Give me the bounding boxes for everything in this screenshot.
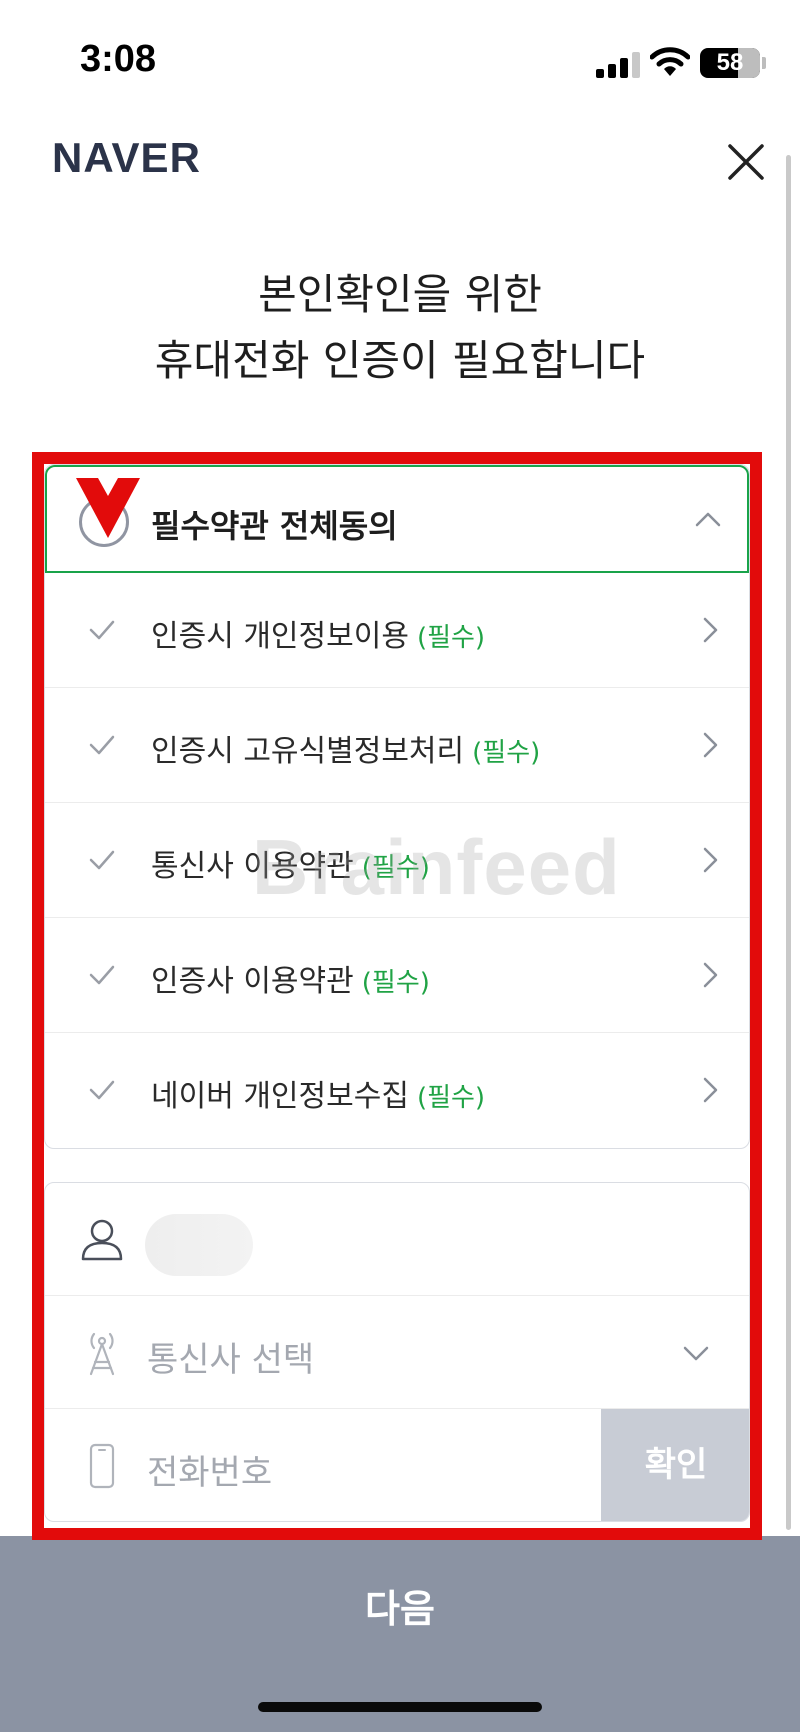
term-item[interactable]: 통신사 이용약관 (필수) <box>45 803 749 918</box>
carrier-select[interactable]: 통신사 선택 <box>45 1296 749 1409</box>
term-label: 인증시 고유식별정보처리 (필수) <box>151 726 540 770</box>
term-label: 네이버 개인정보수집 (필수) <box>151 1071 485 1115</box>
person-icon <box>81 1219 123 1261</box>
terms-card: 필수약관 전체동의 인증시 개인정보이용 (필수) 인증시 고유식별정보처리 (필수… <box>44 464 750 1149</box>
term-item[interactable]: 인증시 개인정보이용 (필수) <box>45 573 749 688</box>
check-icon[interactable] <box>87 615 117 645</box>
agree-all-row[interactable]: 필수약관 전체동의 <box>45 465 749 573</box>
check-icon[interactable] <box>87 730 117 760</box>
agree-all-label: 필수약관 전체동의 <box>151 507 398 545</box>
term-label: 통신사 이용약관 (필수) <box>151 841 430 885</box>
title-line-1: 본인확인을 위한 <box>258 270 542 319</box>
confirm-button[interactable]: 확인 <box>601 1409 749 1521</box>
term-title: 인증사 이용약관 <box>151 964 354 999</box>
check-icon[interactable] <box>87 960 117 990</box>
term-item[interactable]: 인증사 이용약관 (필수) <box>45 918 749 1033</box>
phone-field[interactable]: 전화번호 확인 <box>45 1409 749 1521</box>
term-title: 통신사 이용약관 <box>151 849 354 884</box>
red-v-annotation-icon <box>76 478 140 538</box>
required-tag: (필수) <box>472 738 541 768</box>
chevron-down-icon[interactable] <box>681 1338 711 1368</box>
identity-form-card: 통신사 선택 전화번호 확인 <box>44 1182 750 1522</box>
wifi-icon <box>650 47 690 76</box>
term-title: 인증시 개인정보이용 <box>151 619 409 654</box>
term-label: 인증시 개인정보이용 (필수) <box>151 611 485 655</box>
chevron-right-icon[interactable] <box>695 615 725 645</box>
carrier-placeholder: 통신사 선택 <box>147 1340 315 1380</box>
term-title: 인증시 고유식별정보처리 <box>151 734 465 769</box>
required-tag: (필수) <box>361 853 430 883</box>
battery-icon: 58 <box>700 48 760 78</box>
required-tag: (필수) <box>416 1083 486 1113</box>
mobile-phone-icon <box>89 1443 115 1489</box>
status-time: 3:08 <box>80 38 157 80</box>
check-icon[interactable] <box>87 845 117 875</box>
naver-logo: NAVER <box>52 134 201 181</box>
term-label: 인증사 이용약관 (필수) <box>151 956 430 1000</box>
page-title: 본인확인을 위한 휴대전화 인증이 필요합니다 <box>0 262 800 394</box>
chevron-right-icon[interactable] <box>695 960 725 990</box>
battery-tip <box>762 57 766 69</box>
phone-input[interactable]: 전화번호 <box>147 1445 272 1494</box>
chevron-right-icon[interactable] <box>695 730 725 760</box>
home-indicator[interactable] <box>258 1702 542 1712</box>
chevron-right-icon[interactable] <box>695 1075 725 1105</box>
required-tag: (필수) <box>361 968 430 998</box>
check-icon[interactable] <box>87 1075 117 1105</box>
cellular-signal-icon <box>596 52 640 78</box>
name-value-blurred <box>145 1214 253 1276</box>
next-button-label: 다음 <box>365 1587 435 1631</box>
required-tag: (필수) <box>416 623 486 653</box>
status-bar: 3:08 58 <box>0 0 800 120</box>
name-field[interactable] <box>45 1183 749 1296</box>
antenna-tower-icon <box>89 1332 115 1376</box>
chevron-up-icon[interactable] <box>693 505 723 535</box>
term-item[interactable]: 네이버 개인정보수집 (필수) <box>45 1033 749 1148</box>
term-title: 네이버 개인정보수집 <box>151 1079 409 1114</box>
term-item[interactable]: 인증시 고유식별정보처리 (필수) <box>45 688 749 803</box>
title-line-2: 휴대전화 인증이 필요합니다 <box>154 336 646 385</box>
battery-level: 58 <box>716 49 744 76</box>
close-icon[interactable] <box>720 136 772 188</box>
chevron-right-icon[interactable] <box>695 845 725 875</box>
